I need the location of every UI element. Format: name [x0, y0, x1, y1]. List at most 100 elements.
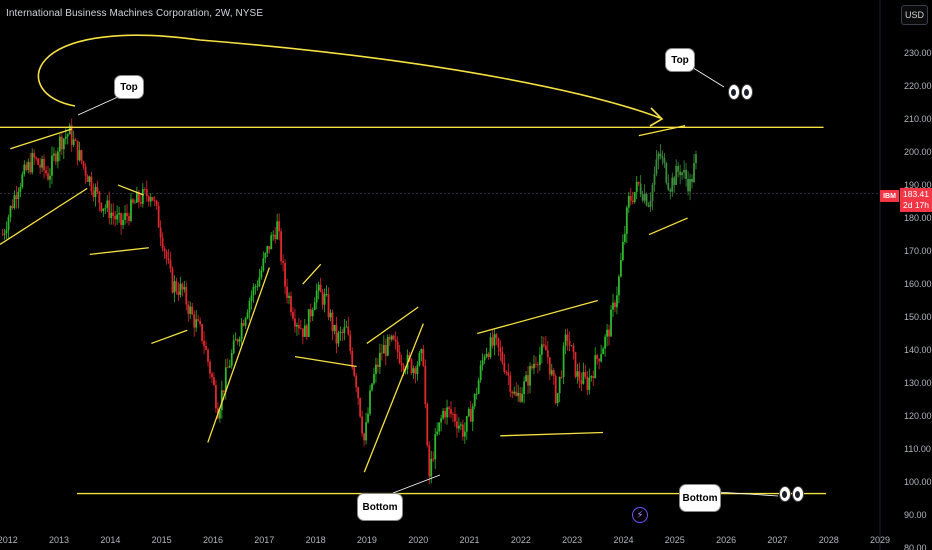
candle-body — [31, 153, 34, 173]
candle-body — [100, 202, 103, 212]
candle-body — [78, 150, 81, 161]
candle-body — [307, 309, 310, 337]
top-right-callout[interactable]: Top — [665, 48, 695, 72]
channel-2021-upper[interactable] — [477, 299, 598, 335]
candle-body — [505, 372, 508, 373]
wedge-2024-lower[interactable] — [648, 217, 688, 236]
x-tick-label: 2021 — [460, 535, 480, 545]
wedge-2017-lower[interactable] — [294, 355, 357, 368]
candle-body — [294, 318, 296, 327]
candle-body — [422, 349, 425, 366]
candle-body — [292, 312, 294, 319]
candle-body — [471, 406, 474, 422]
candle-body — [286, 286, 288, 298]
candle-body — [266, 246, 269, 254]
candle-body — [394, 339, 397, 342]
candle-body — [5, 230, 8, 234]
candle-body — [481, 360, 484, 366]
trend-2016[interactable] — [207, 267, 271, 443]
candle-body — [542, 344, 545, 346]
y-tick-label: 80.00 — [904, 543, 927, 550]
candle-body — [663, 157, 666, 163]
candle-body — [102, 208, 105, 212]
left-eye-icon — [728, 84, 740, 100]
candle-body — [27, 162, 30, 170]
candle-body — [7, 217, 10, 231]
candle-body — [446, 407, 448, 418]
candle-body — [222, 390, 225, 392]
candle-body — [29, 162, 32, 173]
candle-body — [649, 200, 652, 207]
wedge-2014-lower[interactable] — [89, 247, 149, 256]
candle-body — [290, 295, 292, 313]
eyes-emoji-top-icon — [728, 84, 753, 100]
candle-body — [45, 170, 47, 174]
candle-body — [428, 445, 431, 477]
candle-body — [112, 212, 115, 216]
candle-body — [535, 363, 537, 365]
candle-body — [76, 140, 79, 161]
candle-body — [576, 371, 579, 377]
candle-body — [525, 375, 527, 382]
candle-body — [556, 393, 559, 404]
x-tick-label: 2018 — [306, 535, 326, 545]
candle-body — [550, 370, 553, 375]
candle-body — [359, 398, 362, 417]
candle-body — [438, 422, 441, 432]
candle-body — [171, 268, 174, 293]
candle-body — [515, 391, 518, 396]
candle-body — [205, 346, 207, 350]
candle-body — [272, 234, 275, 236]
candle-body — [594, 355, 597, 378]
candle-body — [74, 139, 77, 141]
candle-body — [501, 351, 504, 363]
callout-pointer-bottom-center — [392, 474, 441, 494]
candle-body — [246, 312, 249, 319]
y-tick-label: 180.00 — [904, 213, 932, 223]
candle-body — [228, 365, 231, 368]
bottom-right-callout[interactable]: Bottom — [679, 484, 721, 512]
top-left-callout[interactable]: Top — [114, 75, 144, 99]
currency-button[interactable]: USD — [901, 5, 928, 25]
candle-body — [479, 365, 482, 381]
trend-2019[interactable] — [363, 323, 424, 473]
candle-body — [284, 262, 286, 287]
channel-2021-lower[interactable] — [500, 431, 603, 437]
candle-body — [584, 372, 587, 377]
candle-body — [456, 421, 458, 429]
wedge-2017-upper[interactable] — [302, 263, 322, 285]
candle-body — [339, 331, 342, 333]
candle-body — [493, 334, 496, 346]
candle-body — [491, 337, 494, 346]
candle-body — [396, 341, 399, 353]
candle-body — [234, 339, 237, 341]
candle-body — [367, 413, 369, 423]
candle-body — [618, 276, 620, 296]
candle-body — [341, 331, 344, 333]
candle-body — [655, 159, 658, 174]
candle-body — [288, 295, 290, 298]
candle-body — [452, 413, 454, 415]
candle-body — [375, 364, 377, 375]
candle-body — [254, 286, 257, 288]
candle-body — [108, 200, 111, 218]
candle-body — [90, 176, 93, 191]
bottom-center-callout[interactable]: Bottom — [357, 493, 403, 521]
candle-body — [436, 431, 439, 435]
candle-body — [55, 153, 57, 162]
candle-body — [562, 345, 565, 377]
candle-body — [325, 294, 328, 295]
lightning-icon[interactable]: ⚡ — [632, 507, 648, 523]
flag-2015[interactable] — [151, 329, 188, 345]
candle-body — [215, 384, 217, 409]
candle-body — [416, 365, 419, 375]
wedge-2012-lower[interactable] — [0, 187, 88, 246]
candle-body — [637, 181, 640, 184]
candle-body — [33, 153, 36, 158]
candle-body — [661, 156, 664, 158]
candle-body — [511, 391, 514, 394]
candle-body — [207, 349, 209, 362]
candle-body — [58, 136, 61, 152]
candle-body — [683, 169, 686, 173]
candle-body — [165, 251, 168, 259]
